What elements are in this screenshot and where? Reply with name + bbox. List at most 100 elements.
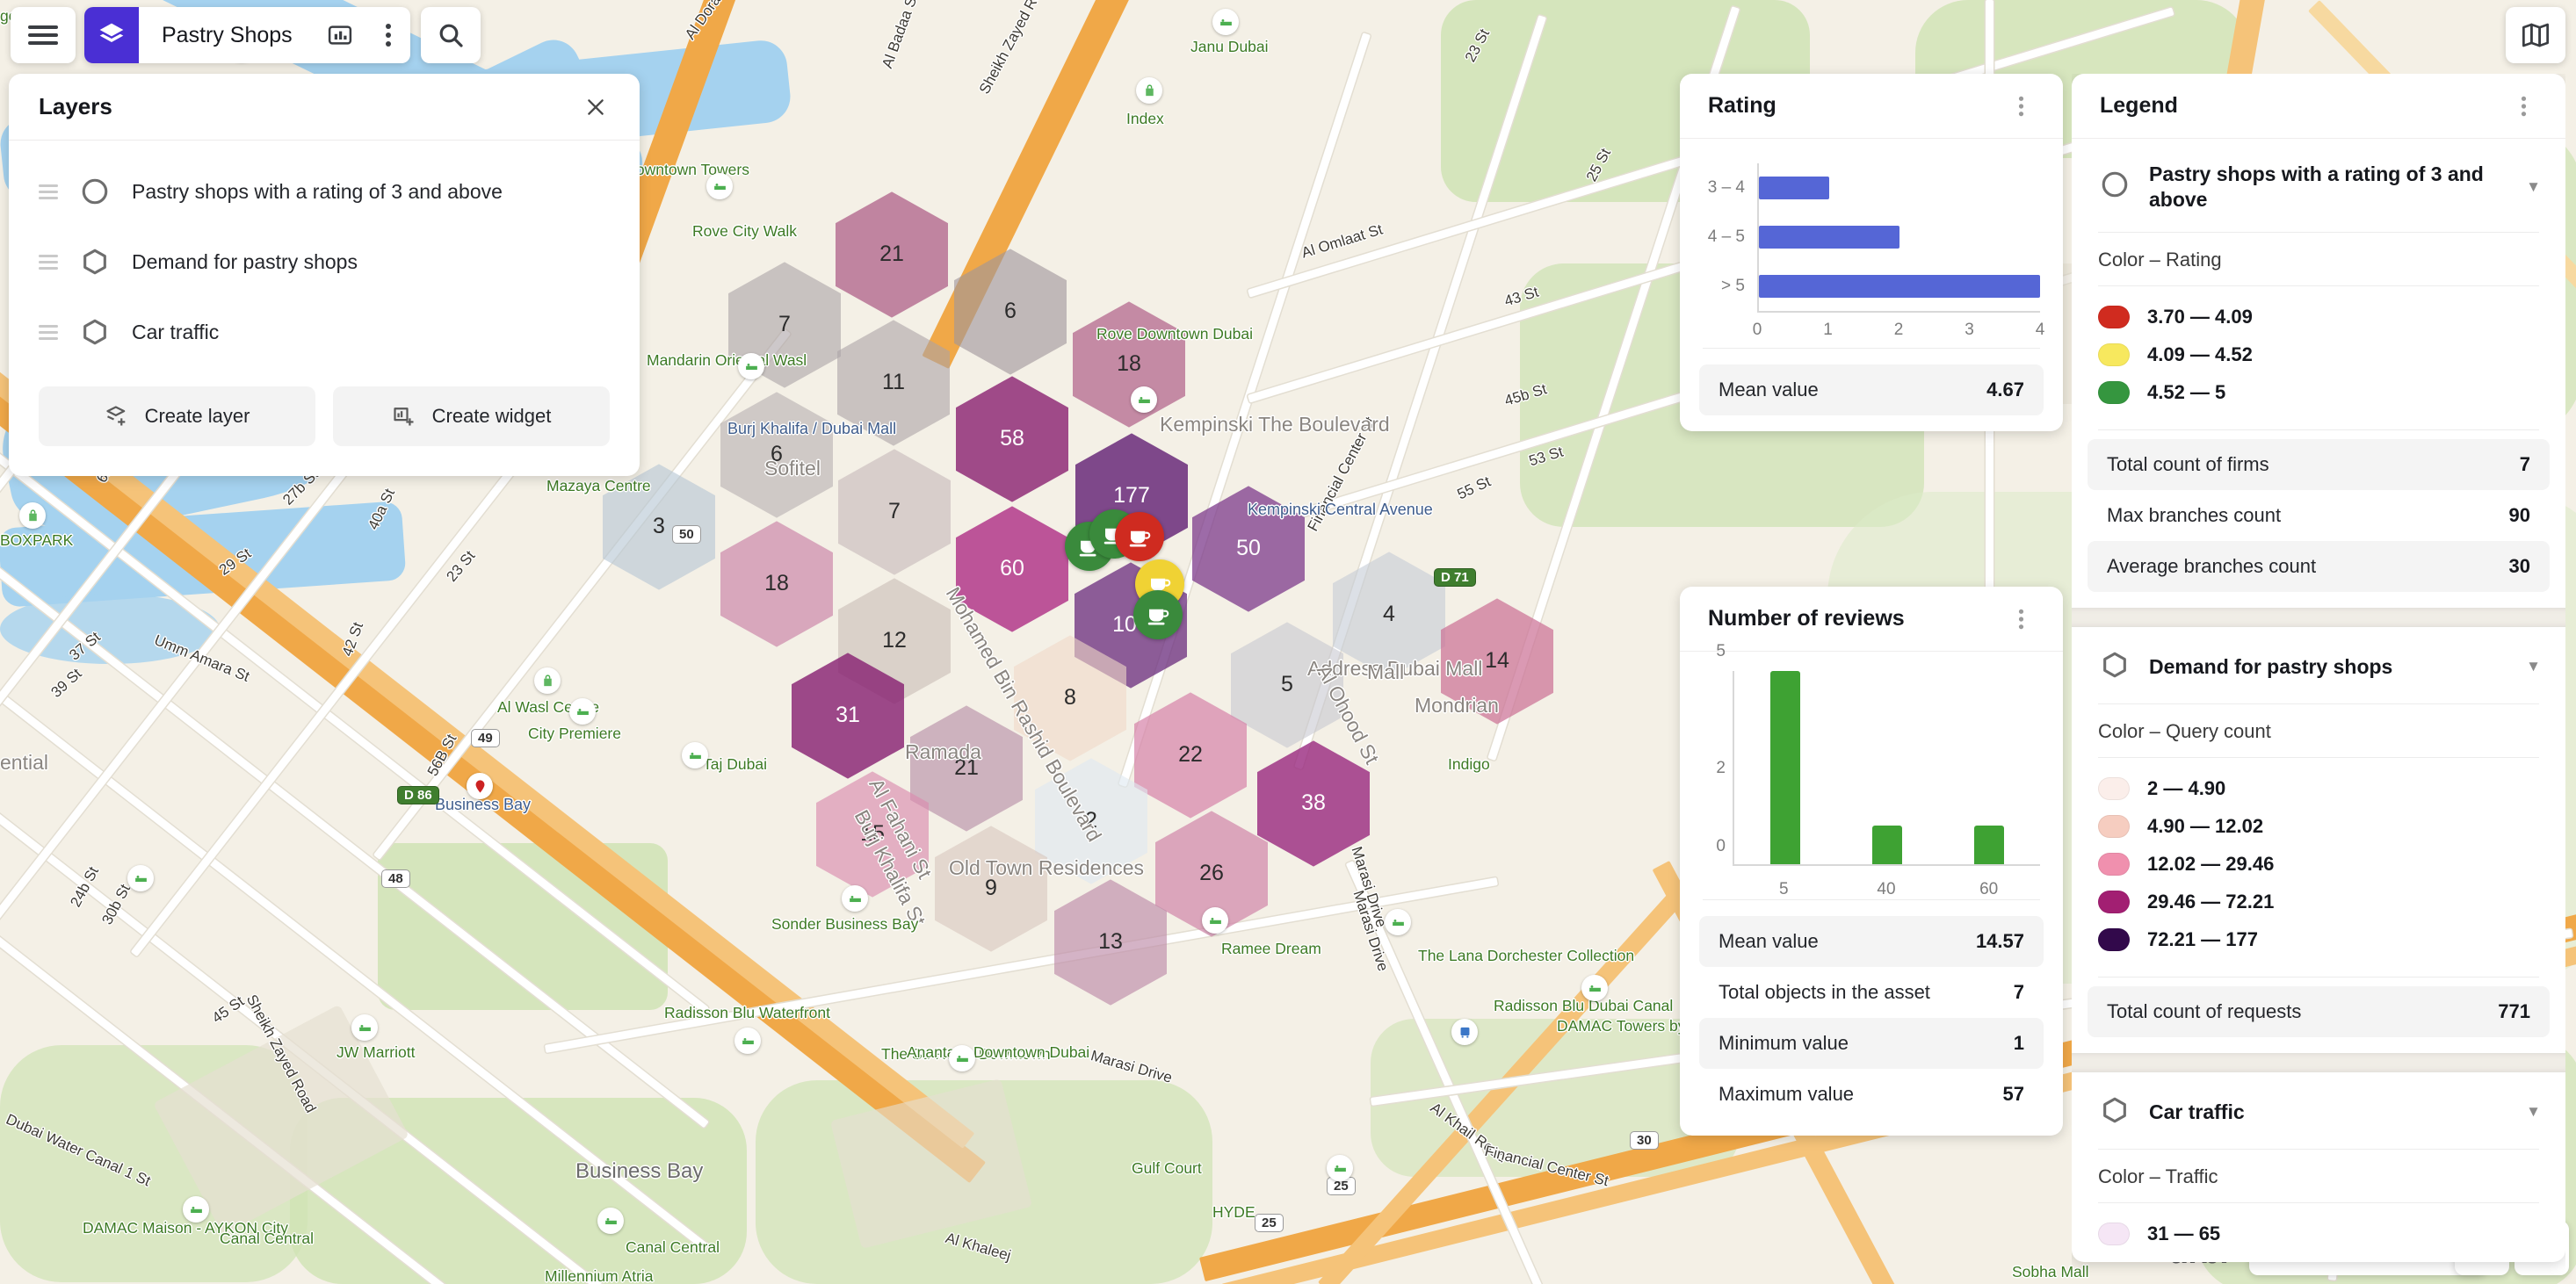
chevron-down-icon[interactable]: ▼ xyxy=(2526,1103,2541,1121)
menu-button[interactable] xyxy=(11,7,76,63)
map-hexagon-cell[interactable]: 58 xyxy=(956,376,1068,502)
legend-item[interactable]: 29.46 — 72.21 xyxy=(2098,884,2539,921)
rating-bar-row[interactable]: > 5 xyxy=(1703,262,2040,311)
layer-plus-icon xyxy=(105,406,125,426)
shop-poi-icon[interactable] xyxy=(534,667,561,694)
layer-label: Demand for pastry shops xyxy=(132,249,358,273)
legend-item[interactable]: 72.21 — 177 xyxy=(2098,921,2539,959)
search-button[interactable] xyxy=(420,7,481,63)
urbi-map-application: 21 6 7 18 11 58 6 177 7 3 60 50 18 109 12 4 14 8 5 31 21 22 38… xyxy=(0,0,2576,1284)
hotel-poi-icon[interactable] xyxy=(1581,975,1608,1001)
hotel-poi-icon[interactable] xyxy=(1385,909,1411,935)
map-hexagon-cell[interactable]: 22 xyxy=(1134,692,1247,819)
rating-bar[interactable] xyxy=(1759,226,1899,249)
hexagon-outline-icon[interactable] xyxy=(79,246,111,278)
hexagon-value-label: 6 xyxy=(1004,299,1017,324)
hotel-poi-icon[interactable] xyxy=(682,742,708,768)
hotel-poi-icon[interactable] xyxy=(949,1045,975,1071)
marker-pin-icon[interactable] xyxy=(467,773,493,799)
create-widget-button[interactable]: Create widget xyxy=(333,386,610,446)
reviews-bar[interactable] xyxy=(1974,826,2004,864)
layer-row-0[interactable]: Pastry shops with a rating of 3 and abov… xyxy=(9,156,640,227)
hotel-poi-icon[interactable] xyxy=(1202,907,1228,934)
rating-stats-list: Mean value 4.67 xyxy=(1680,364,2063,431)
chevron-down-icon[interactable]: ▼ xyxy=(2526,658,2541,675)
close-layers-panel-button[interactable] xyxy=(578,90,613,125)
reviews-bar-chart[interactable]: 0 2 5 5 40 60 xyxy=(1680,642,2063,899)
shop-poi-icon[interactable] xyxy=(1136,77,1162,104)
pastry-shop-marker[interactable] xyxy=(1115,512,1164,561)
legend-items: 2 — 4.90 4.90 — 12.02 12.02 — 29.46 29.46 —… xyxy=(2072,758,2565,968)
legend-color-swatch xyxy=(2098,853,2130,876)
legend-item[interactable]: 2 — 4.90 xyxy=(2098,770,2539,808)
reviews-bar[interactable] xyxy=(1872,826,1902,864)
map-label: Kempinski Central Avenue xyxy=(1248,501,1433,518)
legend-section-header[interactable]: Pastry shops with a rating of 3 and abov… xyxy=(2072,139,2565,232)
map-label: ential xyxy=(0,751,48,774)
stat-value: 7 xyxy=(2013,981,2024,1003)
rating-bar[interactable] xyxy=(1759,275,2040,298)
layer-row-1[interactable]: Demand for pastry shops xyxy=(9,227,640,297)
reviews-bar[interactable] xyxy=(1770,671,1800,864)
legend-section-name: Car traffic xyxy=(2149,1100,2245,1123)
legend-section-header[interactable]: Car traffic ▼ xyxy=(2072,1072,2565,1149)
legend-item[interactable]: 3.70 — 4.09 xyxy=(2098,299,2539,336)
map-hexagon-cell[interactable]: 13 xyxy=(1054,879,1167,1006)
shop-poi-icon[interactable] xyxy=(19,502,46,529)
rating-bar-row[interactable]: 4 – 5 xyxy=(1703,213,2040,262)
hotel-poi-icon[interactable] xyxy=(1131,386,1157,413)
layer-row-2[interactable]: Car traffic xyxy=(9,297,640,367)
map-style-button[interactable] xyxy=(2506,7,2565,63)
circle-outline-icon[interactable] xyxy=(79,176,111,207)
legend-item[interactable]: 4.52 — 5 xyxy=(2098,374,2539,412)
stat-value: 57 xyxy=(2002,1083,2024,1105)
map-hexagon-cell[interactable]: 6 xyxy=(720,392,833,518)
hotel-poi-icon[interactable] xyxy=(127,865,154,891)
map-label: City Premiere xyxy=(528,725,621,742)
legend-section-header[interactable]: Demand for pastry shops ▼ xyxy=(2072,627,2565,703)
circle-outline-icon xyxy=(2102,171,2128,198)
create-layer-button[interactable]: Create layer xyxy=(39,386,315,446)
hotel-poi-icon[interactable] xyxy=(597,1208,624,1234)
hotel-poi-icon[interactable] xyxy=(1327,1155,1353,1181)
hexagon-value-label: 38 xyxy=(1301,790,1326,816)
pastry-shop-marker[interactable] xyxy=(1133,590,1183,639)
legend-item[interactable]: 31 — 65 xyxy=(2098,1215,2539,1253)
hotel-poi-icon[interactable] xyxy=(569,698,596,725)
rating-bar[interactable] xyxy=(1759,177,1829,199)
reviews-widget-menu-button[interactable] xyxy=(2003,602,2038,637)
widgets-button[interactable] xyxy=(314,7,366,63)
legend-item[interactable]: 12.02 — 29.46 xyxy=(2098,846,2539,884)
rating-bar-row[interactable]: 3 – 4 xyxy=(1703,163,2040,213)
legend-range-label: 29.46 — 72.21 xyxy=(2147,891,2275,913)
project-more-button[interactable] xyxy=(366,7,410,63)
chevron-down-icon[interactable]: ▼ xyxy=(2526,178,2541,196)
reviews-stats-list: Mean value 14.57 Total objects in the asse… xyxy=(1680,916,2063,1136)
map-hexagon-cell[interactable]: 7 xyxy=(838,449,951,575)
hotel-poi-icon[interactable] xyxy=(351,1014,378,1041)
drag-handle-icon[interactable] xyxy=(39,254,58,270)
drag-handle-icon[interactable] xyxy=(39,324,58,340)
rating-bar-chart[interactable]: 3 – 4 4 – 5 > 5 0 1 2 3 4 xyxy=(1680,139,2063,348)
app-logo[interactable] xyxy=(84,7,139,63)
hotel-poi-icon[interactable] xyxy=(842,885,868,912)
drag-handle-icon[interactable] xyxy=(39,184,58,199)
hotel-poi-icon[interactable] xyxy=(1212,9,1239,35)
stat-key: Mean value xyxy=(1719,930,1819,952)
hotel-poi-icon[interactable] xyxy=(738,353,764,379)
map-hexagon-cell[interactable]: 18 xyxy=(1073,301,1185,428)
legend-item[interactable]: 4.09 — 4.52 xyxy=(2098,336,2539,374)
rating-widget-menu-button[interactable] xyxy=(2003,89,2038,124)
hotel-poi-icon[interactable] xyxy=(734,1028,761,1054)
hotel-poi-icon[interactable] xyxy=(706,173,733,199)
hexagon-outline-icon[interactable] xyxy=(79,316,111,348)
hotel-poi-icon[interactable] xyxy=(183,1196,209,1223)
legend-menu-button[interactable] xyxy=(2506,89,2541,124)
map-hexagon-cell[interactable]: 9 xyxy=(935,826,1047,952)
map-hexagon-cell[interactable]: 21 xyxy=(836,191,948,318)
legend-item[interactable]: 4.90 — 12.02 xyxy=(2098,808,2539,846)
map-hexagon-cell[interactable]: 18 xyxy=(720,521,833,647)
bus-station-icon[interactable] xyxy=(1451,1019,1478,1045)
hexagon-value-label: 31 xyxy=(836,703,860,728)
divider xyxy=(1703,348,2040,349)
